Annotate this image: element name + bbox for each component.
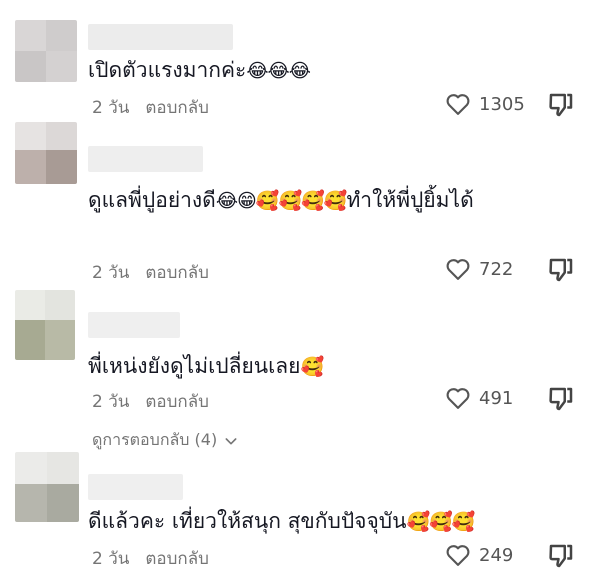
chevron-down-icon bbox=[225, 437, 237, 444]
comment-time: 2 วัน bbox=[92, 263, 130, 283]
heart-outline-icon bbox=[446, 259, 470, 280]
avatar[interactable] bbox=[15, 452, 79, 522]
like-button[interactable]: 1305 bbox=[443, 90, 525, 118]
username-blurred[interactable] bbox=[88, 474, 183, 500]
comment-emoji: 😂😁🥰🥰🥰🥰 bbox=[215, 190, 348, 212]
comment-meta: 2 วัน ตอบกลับ bbox=[92, 388, 209, 415]
comment-meta: 2 วัน ตอบกลับ bbox=[92, 259, 209, 286]
view-replies-button[interactable]: ดูการตอบกลับ (4) bbox=[92, 428, 239, 453]
thumbs-down-icon[interactable] bbox=[546, 255, 576, 285]
comment-time: 2 วัน bbox=[92, 98, 130, 118]
like-count: 722 bbox=[479, 258, 514, 280]
comment-meta: 2 วัน ตอบกลับ bbox=[92, 94, 209, 121]
view-replies-label: ดูการตอบกลับ (4) bbox=[92, 430, 218, 449]
comment-emoji: 🥰 bbox=[300, 356, 324, 378]
comment-text-continued: ทำให้พี่ปูยิ้มได้ bbox=[346, 188, 474, 212]
comment-text-body: ดีแล้วคะ เที่ยวให้สนุก สุขกับปัจจุบัน bbox=[88, 509, 407, 533]
like-count: 491 bbox=[479, 387, 514, 409]
comment-text-body: ดูแลพี่ปูอย่างดี bbox=[88, 188, 216, 212]
avatar[interactable] bbox=[15, 20, 77, 82]
comment-time: 2 วัน bbox=[92, 392, 130, 412]
comment-text: พี่เหน่งยังดูไม่เปลี่ยนเลย🥰 bbox=[88, 349, 528, 384]
heart-outline-icon bbox=[446, 388, 470, 409]
like-button[interactable]: 249 bbox=[443, 541, 513, 569]
like-button[interactable]: 491 bbox=[443, 384, 513, 412]
avatar[interactable] bbox=[15, 290, 75, 360]
comment-text: ดีแล้วคะ เที่ยวให้สนุก สุขกับปัจจุบัน🥰🥰🥰 bbox=[88, 504, 528, 539]
like-button[interactable]: 722 bbox=[443, 255, 513, 283]
avatar[interactable] bbox=[15, 122, 77, 184]
comment-emoji: 🥰🥰🥰 bbox=[406, 511, 475, 533]
heart-outline-icon bbox=[446, 94, 470, 115]
reply-button[interactable]: ตอบกลับ bbox=[145, 388, 209, 415]
like-count: 249 bbox=[479, 544, 514, 566]
comment-text: เปิดตัวแรงมากค่ะ😂😂😂 bbox=[88, 53, 528, 88]
thumbs-down-icon[interactable] bbox=[546, 90, 576, 120]
comment-text-body: พี่เหน่งยังดูไม่เปลี่ยนเลย bbox=[88, 354, 301, 378]
comment-text-body: เปิดตัวแรงมากค่ะ bbox=[88, 58, 247, 82]
username-blurred[interactable] bbox=[88, 24, 233, 50]
like-count: 1305 bbox=[479, 93, 525, 115]
thumbs-down-icon[interactable] bbox=[546, 384, 576, 414]
username-blurred[interactable] bbox=[88, 312, 180, 338]
comment-time: 2 วัน bbox=[92, 549, 130, 569]
thumbs-down-icon[interactable] bbox=[546, 541, 576, 571]
reply-button[interactable]: ตอบกลับ bbox=[145, 545, 209, 572]
comment-text: ดูแลพี่ปูอย่างดี😂😁🥰🥰🥰🥰ทำให้พี่ปูยิ้มได้ bbox=[88, 183, 518, 218]
comment-meta: 2 วัน ตอบกลับ bbox=[92, 545, 209, 572]
username-blurred[interactable] bbox=[88, 146, 203, 172]
reply-button[interactable]: ตอบกลับ bbox=[145, 94, 209, 121]
heart-outline-icon bbox=[446, 545, 470, 566]
comment-emoji: 😂😂😂 bbox=[246, 60, 311, 82]
reply-button[interactable]: ตอบกลับ bbox=[145, 259, 209, 286]
